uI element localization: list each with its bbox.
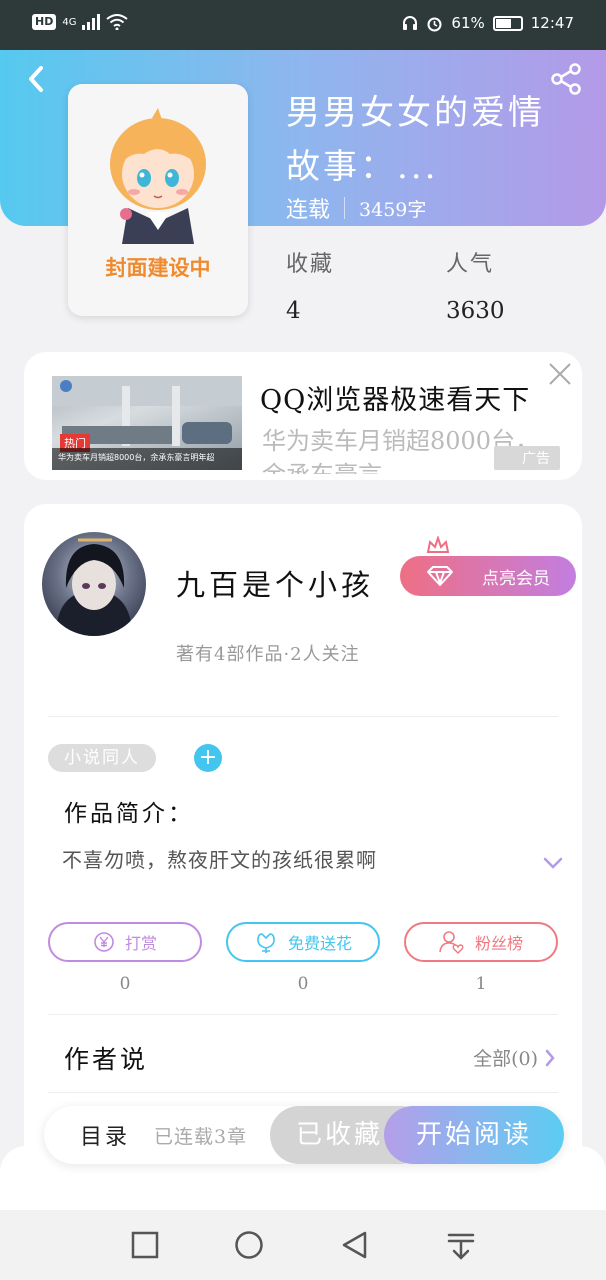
book-title: 男男女女的爱情故事：... bbox=[286, 93, 545, 187]
avatar[interactable] bbox=[42, 532, 146, 636]
ad-card[interactable]: 热门 华为卖车月销超8000台，余承东豪言明年超 QQ浏览器极速看天下 华为卖车… bbox=[24, 352, 582, 480]
popularity-label: 人气 bbox=[446, 252, 495, 277]
notification-pull-icon[interactable] bbox=[444, 1228, 478, 1262]
genre-tag[interactable]: 小说同人 bbox=[48, 744, 156, 772]
ad-badge-label: 广告 bbox=[522, 451, 550, 467]
intro-text: 不喜勿喷，熬夜肝文的孩纸很累啊 bbox=[62, 848, 377, 872]
meta-divider bbox=[344, 197, 346, 219]
fans-label: 粉丝榜 bbox=[474, 934, 523, 953]
fans-ranking-button[interactable]: 粉丝榜 bbox=[404, 922, 558, 962]
battery-icon bbox=[492, 15, 523, 31]
ad-title[interactable]: QQ浏览器极速看天下 bbox=[260, 378, 530, 417]
reward-label: 打赏 bbox=[124, 934, 157, 953]
network-label: 4G bbox=[62, 16, 77, 28]
book-meta: 连载 3459字 bbox=[286, 192, 426, 224]
back-button[interactable] bbox=[22, 62, 50, 96]
home-icon[interactable] bbox=[232, 1228, 266, 1262]
vip-button-label: 点亮会员 bbox=[482, 568, 550, 589]
back-nav-icon[interactable] bbox=[338, 1228, 372, 1262]
author-says-see-all[interactable]: 全部(0) bbox=[473, 1044, 556, 1071]
flower-button[interactable]: 免费送花 bbox=[226, 922, 380, 962]
battery-percent: 61% bbox=[451, 14, 485, 32]
cover-illustration bbox=[110, 108, 206, 244]
favorites-stat: 收藏 4 bbox=[286, 246, 334, 324]
see-all-label: 全部(0) bbox=[473, 1048, 538, 1070]
ad-image-caption: 华为卖车月销超8000台，余承东豪言明年超 bbox=[52, 448, 242, 470]
author-name[interactable]: 九百是个小孩 bbox=[176, 562, 374, 604]
intro-heading: 作品简介： bbox=[64, 801, 194, 827]
alarm-icon bbox=[427, 17, 442, 31]
toc-status[interactable]: 已连载3章 bbox=[154, 1122, 247, 1149]
popularity-stat: 人气 3630 bbox=[446, 246, 505, 324]
favorites-value: 4 bbox=[286, 298, 301, 324]
status-right: 61% 12:47 bbox=[402, 14, 574, 32]
author-work-card: 九百是个小孩 点亮会员 著有4部作品·2人关注 小说同人 + 作品简介： 不喜勿… bbox=[24, 504, 582, 1204]
recent-apps-icon[interactable] bbox=[128, 1228, 162, 1262]
diamond-icon bbox=[427, 566, 453, 586]
reward-count: 0 bbox=[119, 974, 131, 994]
hd-badge: HD bbox=[32, 14, 57, 30]
chevron-down-icon[interactable] bbox=[542, 856, 564, 870]
divider bbox=[48, 1014, 558, 1015]
divider bbox=[48, 716, 558, 717]
headphones-icon bbox=[403, 16, 418, 30]
reward-button[interactable]: 打赏 bbox=[48, 922, 202, 962]
vip-button[interactable]: 点亮会员 bbox=[400, 556, 576, 596]
status-left: HD 4G bbox=[32, 14, 129, 30]
user-heart-icon bbox=[439, 931, 464, 954]
popularity-value: 3630 bbox=[446, 298, 505, 324]
flower-count: 0 bbox=[297, 974, 309, 994]
flower-label: 免费送花 bbox=[287, 934, 352, 953]
close-icon[interactable] bbox=[546, 360, 574, 388]
word-count: 3459字 bbox=[359, 198, 427, 221]
fans-count: 1 bbox=[475, 974, 487, 994]
cover-placeholder-label: 封面建设中 bbox=[105, 256, 211, 280]
ad-badge: 广告 bbox=[494, 446, 560, 470]
signal-icon bbox=[82, 14, 101, 30]
ad-image[interactable]: 热门 华为卖车月销超8000台，余承东豪言明年超 bbox=[52, 376, 242, 470]
author-says-title: 作者说 bbox=[64, 1045, 149, 1074]
divider bbox=[48, 1092, 558, 1093]
book-cover[interactable]: 封面建设中 bbox=[68, 84, 248, 316]
add-tag-button[interactable]: + bbox=[194, 744, 222, 772]
system-nav-bar bbox=[0, 1210, 606, 1280]
favorites-label: 收藏 bbox=[286, 252, 335, 277]
wifi-icon bbox=[106, 14, 129, 30]
author-stats: 著有4部作品·2人关注 bbox=[176, 644, 360, 665]
flower-icon bbox=[257, 933, 275, 953]
start-reading-button[interactable]: 开始阅读 bbox=[384, 1106, 564, 1164]
status-bar: HD 4G 61% 12:47 bbox=[0, 0, 606, 50]
book-status: 连载 bbox=[286, 198, 331, 223]
crown-icon bbox=[426, 536, 450, 553]
toc-button[interactable]: 目录 bbox=[80, 1119, 130, 1151]
bottom-action-bar: 目录 已连载3章 已收藏 开始阅读 bbox=[44, 1106, 564, 1164]
avatar-illustration bbox=[56, 538, 132, 636]
chevron-right-icon bbox=[545, 1049, 555, 1066]
yen-icon bbox=[94, 932, 114, 952]
clock: 12:47 bbox=[530, 14, 574, 32]
